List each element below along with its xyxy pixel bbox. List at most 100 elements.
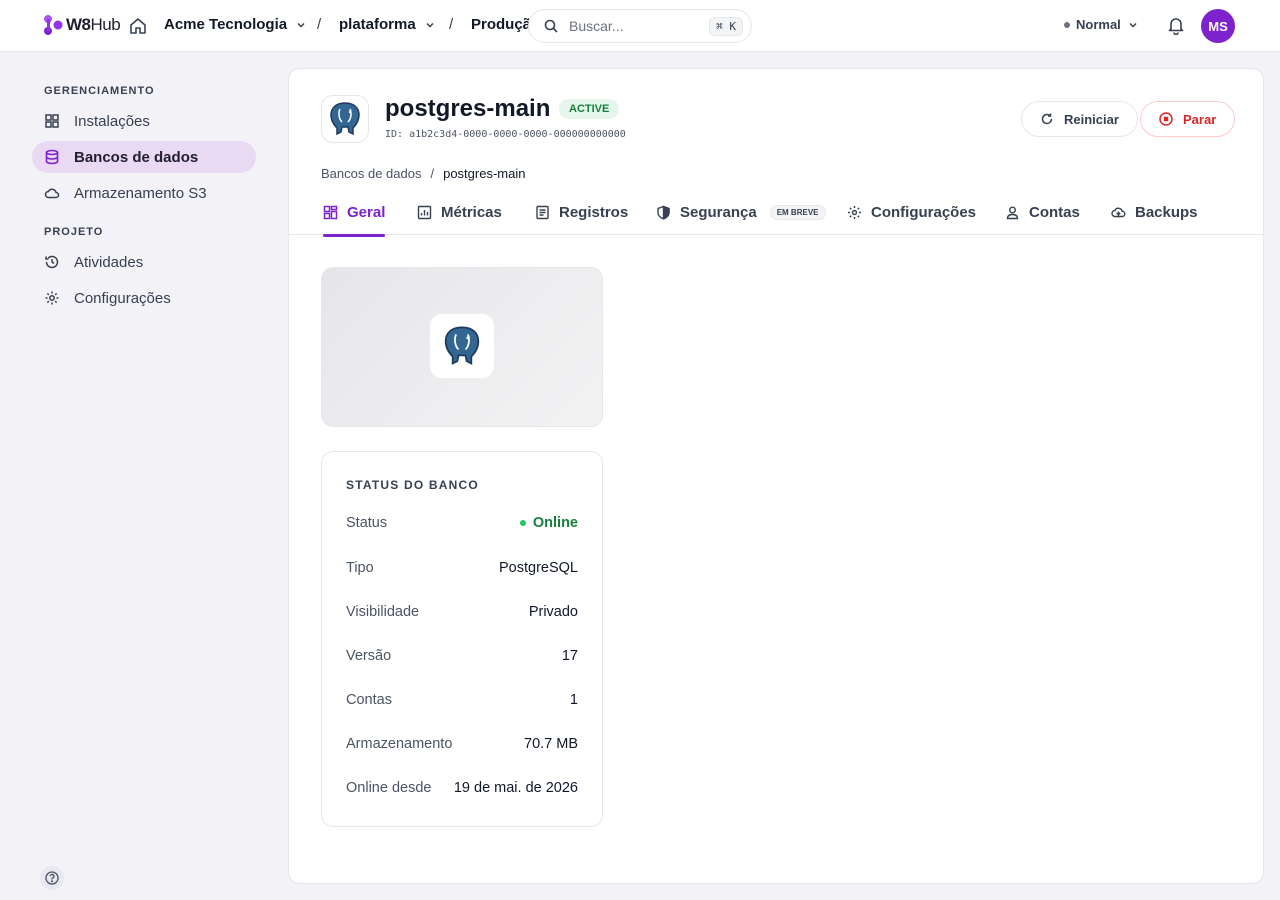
grid-icon [45, 114, 59, 128]
cloud-upload-icon [1111, 207, 1126, 217]
status-row: Armazenamento 70.7 MB [346, 736, 578, 752]
tab-settings[interactable]: Configurações [847, 189, 976, 235]
status-row: Versão 17 [346, 648, 578, 664]
database-status-card: STATUS DO BANCO Status Online Tipo Postg… [321, 451, 603, 827]
help-icon [45, 871, 59, 885]
database-detail-panel: postgres-main ACTIVE ID: a1b2c3d4-0000-0… [288, 68, 1264, 884]
project-selector[interactable]: plataforma [339, 16, 436, 33]
sidebar-section-project: PROJETO [44, 226, 104, 238]
top-bar: W8Hub Acme Tecnologia / plataforma / Pro… [0, 0, 1280, 52]
help-button[interactable] [40, 866, 64, 890]
mode-selector[interactable]: Normal [1064, 17, 1139, 32]
search-shortcut: ⌘ K [709, 16, 743, 36]
brand-mark-icon [44, 15, 63, 35]
sidebar-item-label: Configurações [74, 289, 171, 307]
layout-icon [323, 205, 338, 219]
stop-button[interactable]: Parar [1140, 101, 1236, 137]
stop-circle-icon [1159, 112, 1173, 126]
chart-icon [417, 205, 432, 219]
tab-general[interactable]: Geral [323, 189, 386, 237]
breadcrumb: Bancos de dados / postgres-main [321, 166, 525, 181]
tab-logs[interactable]: Registros [535, 189, 628, 235]
tab-label: Backups [1135, 203, 1198, 221]
tab-backups[interactable]: Backups [1111, 189, 1198, 235]
mode-label: Normal [1076, 17, 1121, 32]
brand-logo[interactable]: W8Hub [42, 12, 121, 38]
status-value: 17 [561, 648, 578, 664]
status-key: Tipo [346, 560, 374, 576]
chevron-down-icon [1129, 22, 1137, 28]
tab-label: Contas [1029, 203, 1080, 221]
status-key: Armazenamento [346, 736, 453, 752]
brand-name: W8Hub [66, 15, 121, 34]
shield-icon [657, 205, 670, 220]
tab-label: Registros [559, 203, 629, 221]
restart-button[interactable]: Reiniciar [1021, 101, 1138, 137]
page-title: postgres-main [385, 95, 551, 122]
status-row: Online desde 19 de mai. de 2026 [346, 780, 578, 796]
status-badge: ACTIVE [559, 99, 620, 119]
search-placeholder: Buscar... [569, 18, 624, 34]
status-value: PostgreSQL [499, 560, 578, 576]
postgres-elephant-icon [444, 326, 480, 365]
tab-label: Configurações [871, 203, 977, 221]
mode-status-dot [1064, 21, 1070, 28]
status-row: Tipo PostgreSQL [346, 560, 578, 576]
coming-soon-badge: EM BREVE [769, 204, 826, 220]
status-value: Privado [528, 604, 578, 620]
chevron-down-icon [297, 22, 305, 28]
notifications-bell-icon[interactable] [1166, 15, 1186, 35]
org-selector[interactable]: Acme Tecnologia [164, 16, 307, 33]
sidebar-item-label: Bancos de dados [74, 148, 199, 166]
sidebar-item-label: Atividades [74, 253, 144, 271]
search-input[interactable]: Buscar... ⌘ K [528, 9, 752, 43]
tab-metrics[interactable]: Métricas [417, 189, 502, 235]
gear-icon [848, 205, 861, 219]
status-value: 1 [569, 692, 578, 708]
sidebar-item-installations[interactable]: Instalações [32, 105, 256, 137]
sidebar-item-databases[interactable]: Bancos de dados [32, 141, 256, 173]
postgres-logo [321, 95, 369, 143]
sidebar-item-activities[interactable]: Atividades [32, 246, 256, 278]
status-row: Status Online [346, 515, 578, 531]
breadcrumb-current: postgres-main [443, 166, 526, 181]
status-key: Contas [346, 692, 392, 708]
restart-label: Reiniciar [1064, 111, 1119, 127]
stop-label: Parar [1183, 111, 1217, 127]
tab-bar: Geral Métricas Registros Segurança EM BR… [289, 189, 1263, 237]
search-icon [544, 19, 558, 33]
refresh-icon [1041, 113, 1053, 125]
org-name: Acme Tecnologia [164, 16, 288, 33]
environment-name: Produção [471, 16, 529, 33]
status-row: Contas 1 [346, 692, 578, 708]
database-icon [45, 149, 59, 165]
database-id: ID: a1b2c3d4-0000-0000-0000-000000000000 [385, 129, 626, 140]
environment-selector[interactable]: Produção [471, 16, 529, 33]
postgres-logo [430, 314, 494, 378]
status-key: Online desde [346, 780, 432, 796]
status-value: 19 de mai. de 2026 [453, 780, 578, 796]
breadcrumb-separator: / [317, 16, 322, 33]
status-row: Visibilidade Privado [346, 604, 578, 620]
document-icon [536, 205, 549, 219]
tab-security[interactable]: Segurança EM BREVE [656, 189, 826, 235]
sidebar-item-label: Instalações [74, 112, 150, 130]
sidebar-item-s3-storage[interactable]: Armazenamento S3 [32, 177, 256, 209]
user-avatar[interactable]: MS [1201, 9, 1235, 43]
home-icon[interactable] [128, 16, 148, 36]
status-value-online: Online [520, 515, 578, 531]
sidebar-item-label: Armazenamento S3 [74, 184, 207, 202]
sidebar-section-management: GERENCIAMENTO [44, 85, 155, 97]
postgres-elephant-icon [330, 102, 360, 136]
status-key: Visibilidade [346, 604, 420, 620]
user-icon [1006, 206, 1019, 219]
gear-icon [45, 291, 59, 305]
sidebar-item-settings[interactable]: Configurações [32, 282, 256, 314]
breadcrumb-separator: / [449, 16, 454, 33]
tab-label: Métricas [441, 203, 502, 221]
breadcrumb-separator: / [430, 166, 435, 181]
tab-accounts[interactable]: Contas [1005, 189, 1080, 235]
tab-label: Segurança [680, 203, 757, 221]
breadcrumb-databases-link[interactable]: Bancos de dados [321, 166, 421, 181]
chevron-down-icon [426, 22, 434, 28]
